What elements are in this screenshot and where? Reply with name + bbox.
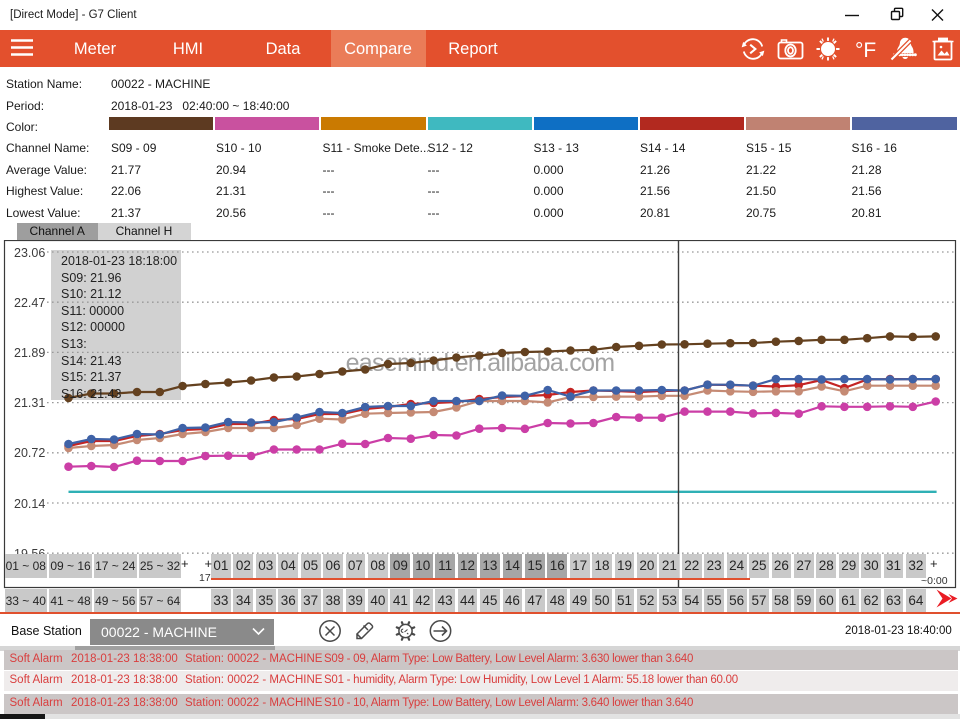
- svg-text:°F: °F: [855, 39, 876, 62]
